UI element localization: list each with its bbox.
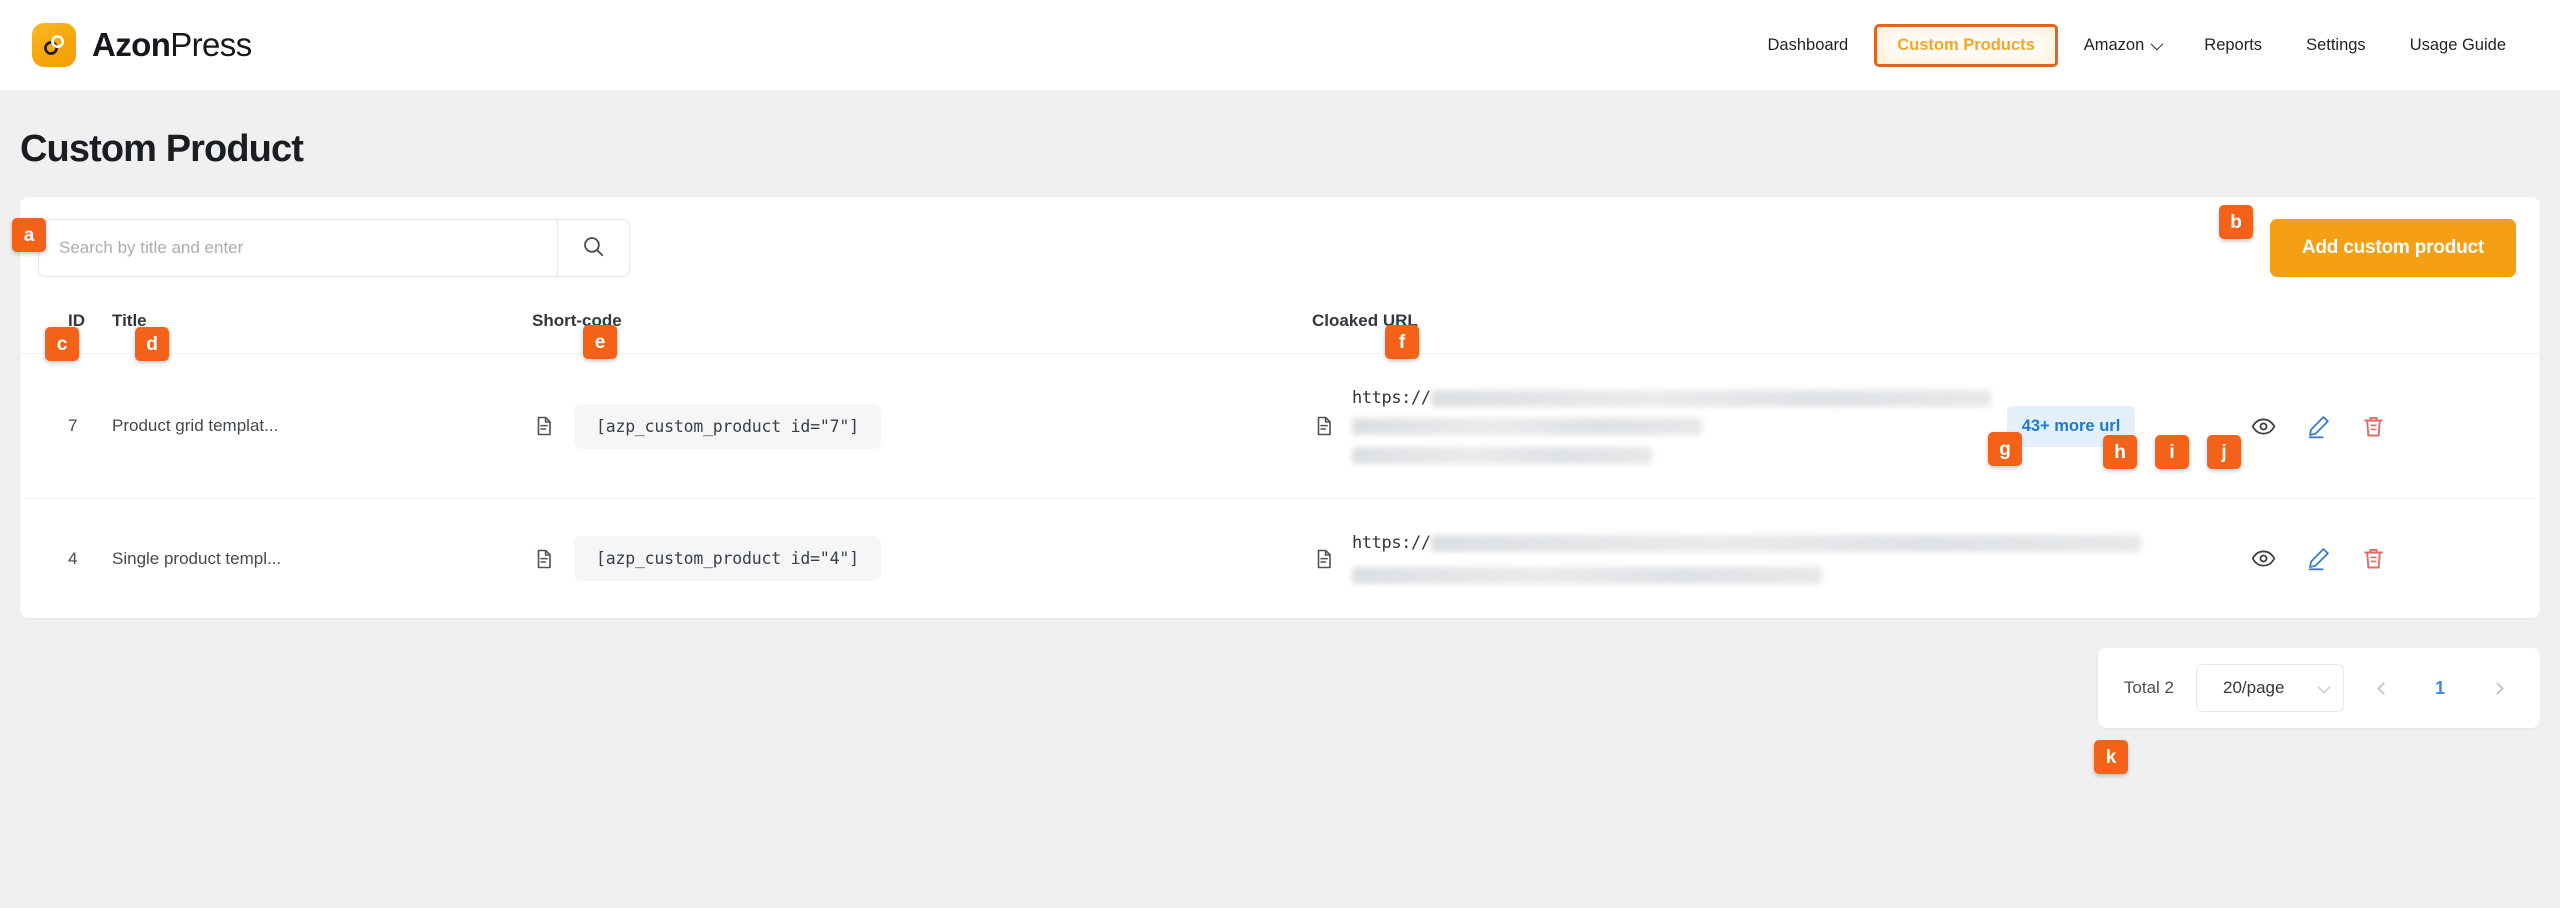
brand-name-light: Press — [170, 26, 252, 63]
delete-icon[interactable] — [2360, 545, 2387, 572]
redacted-url-segment — [1352, 447, 1652, 464]
cell-title[interactable]: Single product templ... — [112, 499, 532, 619]
brand-name: AzonPress — [92, 26, 252, 64]
nav-item-dashboard[interactable]: Dashboard — [1746, 26, 1871, 65]
cell-id: 7 — [20, 353, 112, 499]
annotation-badge-f: f — [1385, 325, 1419, 359]
custom-product-card: Add custom product ID Title Short-code C… — [20, 197, 2540, 618]
redacted-url-segment — [1430, 389, 1991, 407]
annotation-badge-e: e — [583, 325, 617, 359]
column-actions — [2250, 299, 2540, 354]
pagination-page-1[interactable]: 1 — [2422, 678, 2458, 699]
edit-icon[interactable] — [2305, 545, 2332, 572]
nav-item-label: Reports — [2204, 35, 2263, 54]
add-custom-product-button[interactable]: Add custom product — [2269, 219, 2516, 277]
pagination-total: Total 2 — [2123, 678, 2174, 697]
nav-active-highlight[interactable]: Custom Products — [1874, 23, 2058, 67]
nav-item-label: Custom Products — [1897, 35, 2035, 54]
view-icon[interactable] — [2250, 413, 2277, 440]
link-circles-icon — [32, 23, 76, 67]
per-page-select[interactable]: 20/page — [2196, 664, 2344, 712]
annotation-badge-i: i — [2155, 435, 2189, 469]
annotation-badge-h: h — [2103, 435, 2137, 469]
copy-icon[interactable] — [1312, 547, 1336, 571]
annotation-badge-b: b — [2219, 205, 2253, 239]
table-body: 7 Product grid templat... [azp_custom_pr… — [20, 353, 2540, 619]
annotation-badge-g: g — [1988, 432, 2022, 466]
annotation-badge-j: j — [2207, 435, 2241, 469]
nav-item-label: Dashboard — [1767, 35, 1849, 54]
cell-short-code: [azp_custom_product id="4"] — [532, 499, 1312, 619]
annotation-badge-k: k — [2094, 740, 2128, 774]
column-title[interactable]: Title — [112, 299, 532, 354]
column-cloaked-url[interactable]: Cloaked URL — [1312, 299, 2250, 354]
url-scheme: https:// — [1352, 533, 1431, 553]
main-nav: Dashboard Custom Products Amazon Reports… — [1746, 23, 2529, 67]
pagination-prev-button[interactable] — [2366, 671, 2400, 705]
chevron-down-icon — [2150, 37, 2164, 50]
annotation-badge-d: d — [135, 327, 169, 361]
search-icon — [581, 234, 606, 262]
nav-item-label: Amazon — [2083, 35, 2145, 54]
pagination-next-button[interactable] — [2480, 671, 2514, 705]
cell-cloaked-url: https:// — [1312, 499, 2250, 619]
app-header: AzonPress Dashboard Custom Products Amaz… — [0, 0, 2560, 90]
cell-cloaked-url: https:// 43+ more url — [1312, 353, 2250, 499]
per-page-value: 20/page — [2223, 678, 2285, 697]
short-code-value[interactable]: [azp_custom_product id="4"] — [574, 536, 881, 581]
cell-actions — [2250, 499, 2540, 619]
copy-icon[interactable] — [532, 547, 556, 571]
edit-icon[interactable] — [2305, 413, 2332, 440]
card-toolbar: Add custom product — [20, 197, 2540, 299]
nav-item-label: Usage Guide — [2409, 35, 2506, 54]
search-group — [38, 219, 630, 277]
copy-icon[interactable] — [532, 414, 556, 438]
search-input[interactable] — [39, 220, 557, 276]
annotation-badge-c: c — [45, 327, 79, 361]
cloaked-url-value[interactable]: https:// — [1352, 388, 1991, 464]
table-row: 7 Product grid templat... [azp_custom_pr… — [20, 353, 2540, 499]
pagination-row: Total 2 20/page 1 — [20, 618, 2540, 728]
nav-item-usage-guide[interactable]: Usage Guide — [2388, 26, 2528, 65]
search-button[interactable] — [557, 220, 629, 276]
table-row: 4 Single product templ... [azp_custom_pr… — [20, 499, 2540, 619]
pagination: Total 2 20/page 1 — [2097, 648, 2540, 728]
copy-icon[interactable] — [1312, 414, 1336, 438]
cell-actions — [2250, 353, 2540, 499]
cloaked-url-value[interactable]: https:// — [1352, 533, 2141, 584]
short-code-value[interactable]: [azp_custom_product id="7"] — [574, 403, 881, 449]
cell-title[interactable]: Product grid templat... — [112, 353, 532, 499]
column-short-code[interactable]: Short-code — [532, 299, 1312, 354]
redacted-url-segment — [1430, 534, 2141, 552]
table-head: ID Title Short-code Cloaked URL — [20, 299, 2540, 354]
nav-item-custom-products[interactable]: Custom Products — [1874, 23, 2058, 67]
page-body: Custom Product Add custom product — [0, 90, 2560, 728]
nav-item-label: Settings — [2306, 35, 2366, 54]
cell-short-code: [azp_custom_product id="7"] — [532, 353, 1312, 499]
view-icon[interactable] — [2250, 545, 2277, 572]
chevron-right-icon — [2490, 681, 2504, 695]
nav-item-amazon[interactable]: Amazon — [2062, 26, 2183, 65]
url-scheme: https:// — [1352, 388, 1431, 408]
brand-name-bold: Azon — [92, 26, 171, 63]
page-title: Custom Product — [20, 128, 304, 170]
chevron-down-icon — [2317, 680, 2331, 693]
chevron-left-icon — [2376, 681, 2390, 695]
nav-item-reports[interactable]: Reports — [2182, 26, 2284, 65]
table-header-row: ID Title Short-code Cloaked URL — [20, 299, 2540, 354]
redacted-url-segment — [1352, 418, 1702, 435]
annotation-badge-a: a — [12, 218, 46, 252]
redacted-url-segment — [1352, 567, 1822, 584]
brand[interactable]: AzonPress — [32, 23, 252, 67]
cell-id: 4 — [68, 548, 78, 568]
delete-icon[interactable] — [2360, 413, 2387, 440]
nav-item-settings[interactable]: Settings — [2284, 26, 2388, 65]
